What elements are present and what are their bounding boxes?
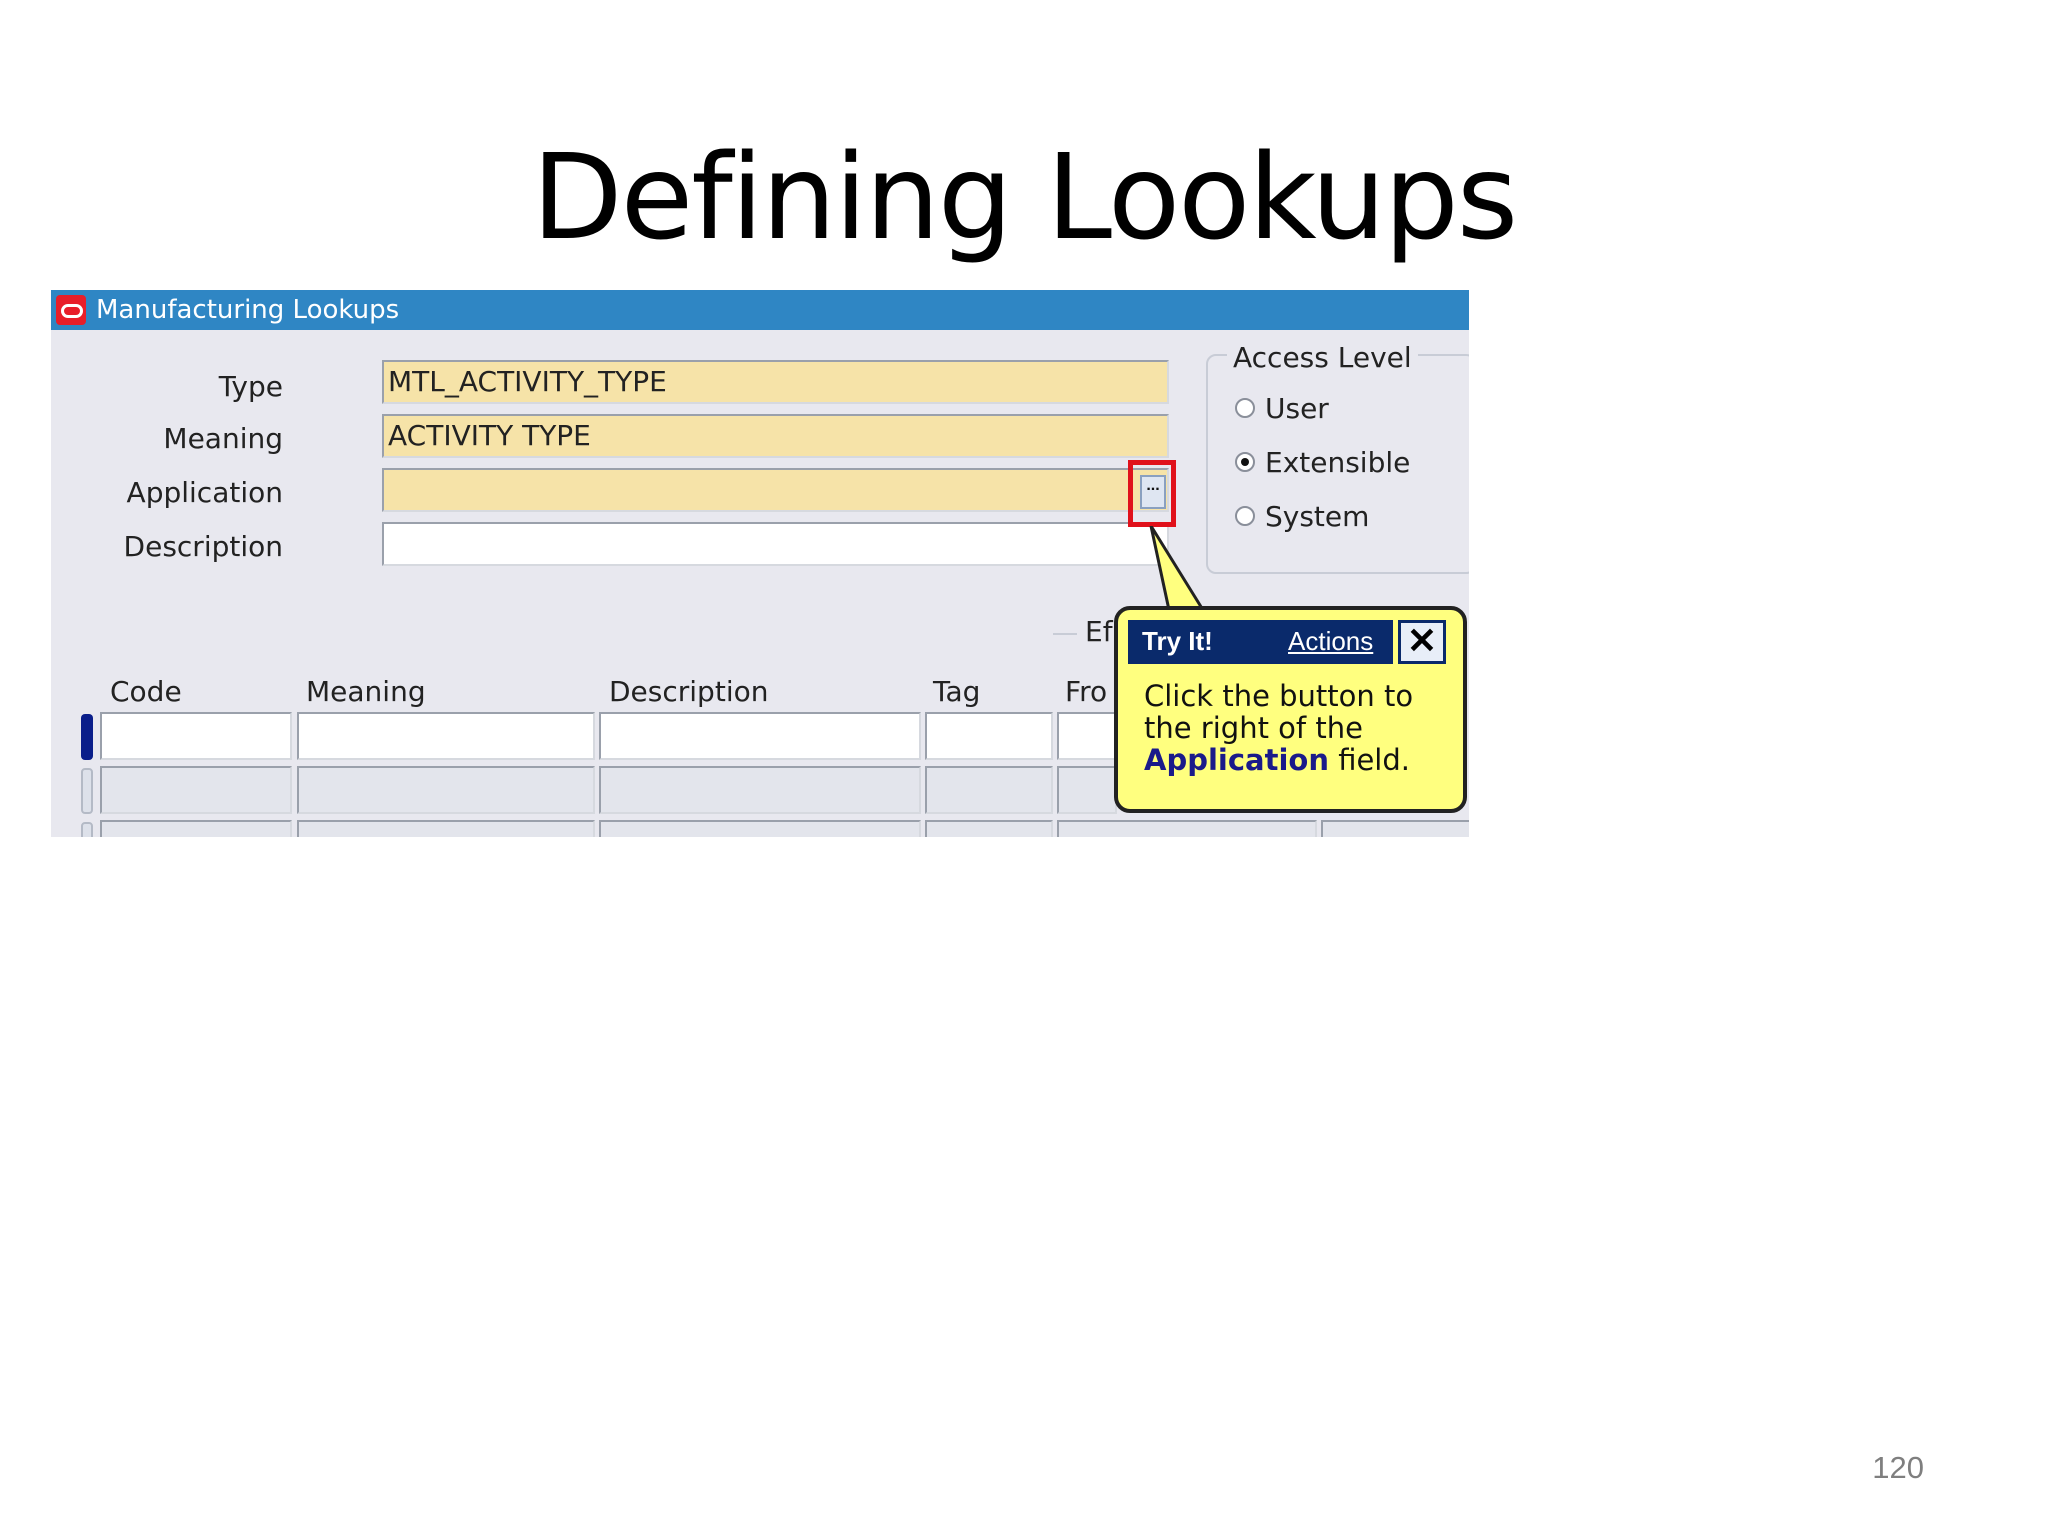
lov-highlight-box: ... bbox=[1128, 460, 1176, 527]
oracle-form-window: Manufacturing Lookups Type Meaning Appli… bbox=[51, 290, 1469, 837]
table-cell-tag[interactable] bbox=[925, 820, 1053, 837]
radio-user[interactable] bbox=[1235, 398, 1255, 418]
meaning-field[interactable]: ACTIVITY TYPE bbox=[382, 414, 1169, 458]
callout-actions-link[interactable]: Actions bbox=[1288, 626, 1373, 657]
col-header-code: Code bbox=[110, 675, 182, 708]
row-indicator-current[interactable] bbox=[81, 714, 93, 760]
effective-group-title: Ef bbox=[1085, 615, 1113, 648]
application-label: Application bbox=[126, 476, 283, 509]
col-header-description: Description bbox=[609, 675, 769, 708]
table-cell-description[interactable] bbox=[599, 820, 921, 837]
col-header-from: Fro bbox=[1065, 675, 1108, 708]
table-cell-code[interactable] bbox=[100, 820, 292, 837]
radio-system[interactable] bbox=[1235, 506, 1255, 526]
effective-group-line bbox=[1053, 633, 1077, 635]
slide-title: Defining Lookups bbox=[531, 128, 1518, 266]
table-cell-from[interactable] bbox=[1057, 820, 1317, 837]
row-indicator[interactable] bbox=[81, 768, 93, 814]
radio-user-label: User bbox=[1265, 392, 1329, 425]
type-label: Type bbox=[218, 370, 283, 403]
table-cell-meaning[interactable] bbox=[297, 712, 595, 760]
try-it-callout: Try It! Actions ✕ Click the button to th… bbox=[1114, 606, 1467, 813]
table-cell-description[interactable] bbox=[599, 712, 921, 760]
callout-title: Try It! bbox=[1142, 626, 1213, 656]
table-cell-tag[interactable] bbox=[925, 712, 1053, 760]
radio-extensible-label: Extensible bbox=[1265, 446, 1411, 479]
table-cell-from[interactable] bbox=[1057, 712, 1117, 760]
meaning-label: Meaning bbox=[163, 422, 283, 455]
table-cell-code[interactable] bbox=[100, 712, 292, 760]
table-cell-tag[interactable] bbox=[925, 766, 1053, 814]
window-titlebar: Manufacturing Lookups bbox=[51, 290, 1469, 330]
callout-pointer bbox=[1149, 526, 1206, 612]
table-cell-code[interactable] bbox=[100, 766, 292, 814]
radio-system-label: System bbox=[1265, 500, 1370, 533]
access-level-title: Access Level bbox=[1227, 341, 1418, 374]
window-title: Manufacturing Lookups bbox=[96, 295, 400, 325]
type-field[interactable]: MTL_ACTIVITY_TYPE bbox=[382, 360, 1169, 404]
callout-header: Try It! Actions bbox=[1128, 620, 1393, 664]
table-cell-description[interactable] bbox=[599, 766, 921, 814]
table-cell-meaning[interactable] bbox=[297, 766, 595, 814]
page-number: 120 bbox=[1872, 1450, 1924, 1485]
callout-instruction: Click the button to the right of the App… bbox=[1144, 679, 1414, 777]
application-lov-button[interactable]: ... bbox=[1140, 475, 1166, 509]
table-cell-to[interactable] bbox=[1321, 820, 1469, 837]
table-cell-meaning[interactable] bbox=[297, 820, 595, 837]
radio-extensible[interactable] bbox=[1235, 452, 1255, 472]
close-icon[interactable]: ✕ bbox=[1398, 620, 1446, 664]
application-field[interactable] bbox=[382, 468, 1169, 512]
description-label: Description bbox=[123, 530, 283, 563]
row-indicator[interactable] bbox=[81, 822, 93, 837]
col-header-tag: Tag bbox=[933, 675, 981, 708]
table-cell-from[interactable] bbox=[1057, 766, 1117, 814]
oracle-logo-icon bbox=[56, 295, 86, 325]
col-header-meaning: Meaning bbox=[306, 675, 426, 708]
description-field[interactable] bbox=[382, 522, 1169, 566]
